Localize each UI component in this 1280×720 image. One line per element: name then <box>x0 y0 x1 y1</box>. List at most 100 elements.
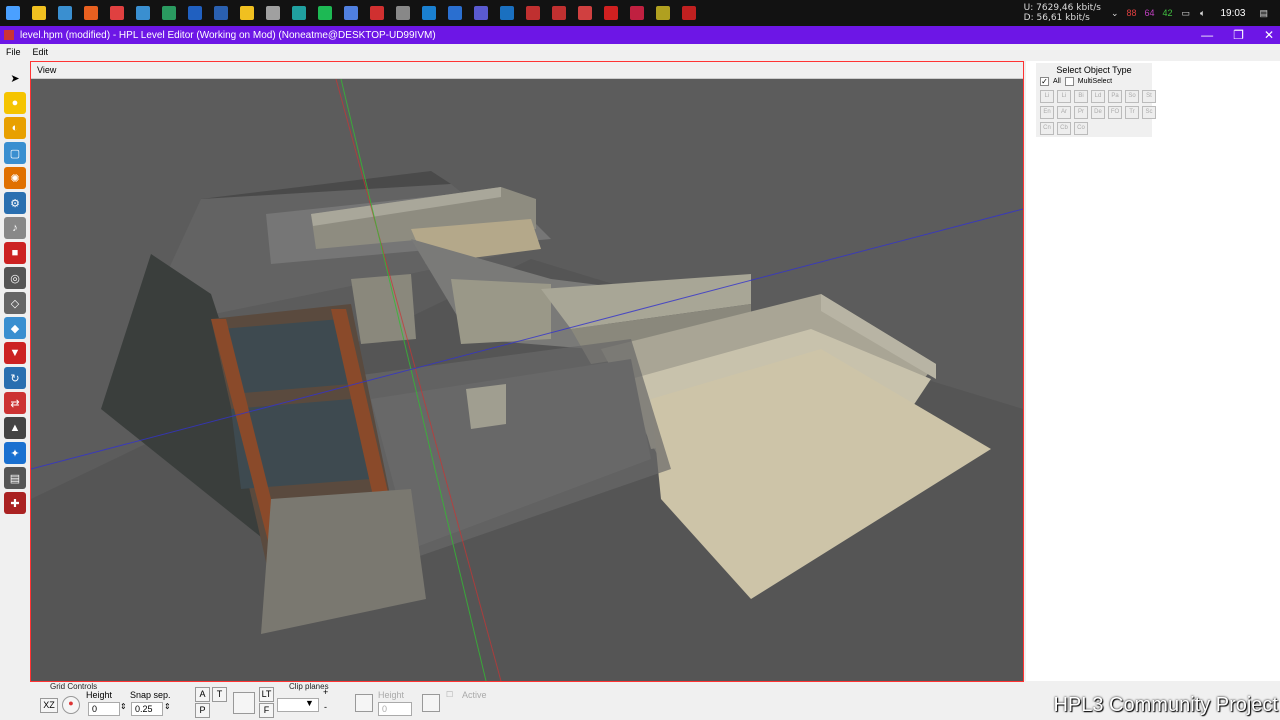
vs-icon[interactable] <box>500 6 514 20</box>
object-type-button[interactable]: Cn <box>1040 122 1054 135</box>
spotify-icon[interactable] <box>318 6 332 20</box>
settings-icon[interactable] <box>396 6 410 20</box>
app2-icon[interactable] <box>526 6 540 20</box>
menu-edit[interactable]: Edit <box>27 47 55 57</box>
clip-plane-remove-button[interactable]: - <box>324 702 327 712</box>
store2-icon[interactable] <box>474 6 488 20</box>
word-icon[interactable] <box>214 6 228 20</box>
world-tool[interactable]: ✦ <box>4 442 26 464</box>
height-input[interactable]: 0 <box>88 702 120 716</box>
misc-tool[interactable]: ▤ <box>4 467 26 489</box>
firefox-icon[interactable] <box>84 6 98 20</box>
object-type-button[interactable]: Pa <box>1108 90 1122 103</box>
volume-icon[interactable]: 🔈︎ <box>1200 8 1205 19</box>
chevron-up-icon[interactable]: ⌄ <box>1111 8 1119 19</box>
object-type-button[interactable]: Li <box>1040 90 1054 103</box>
object-type-button[interactable]: Bi <box>1074 90 1088 103</box>
object-type-button[interactable]: Li <box>1057 90 1071 103</box>
light-icon: ● <box>11 97 19 109</box>
all-checkbox[interactable]: ✓ <box>1040 77 1049 86</box>
h-icon[interactable] <box>448 6 462 20</box>
align-button-a[interactable]: A <box>195 687 210 702</box>
box-tool[interactable]: ▢ <box>4 142 26 164</box>
snap-spinner-icon[interactable]: ⇕ <box>164 702 171 711</box>
object-type-button[interactable]: FO <box>1108 106 1122 119</box>
terrain-icon: ▲ <box>9 422 21 434</box>
decal-tool[interactable]: ◆ <box>4 317 26 339</box>
app8-icon[interactable] <box>682 6 696 20</box>
select-tool[interactable]: ➤ <box>4 67 26 89</box>
clip-plane-toggle-button[interactable] <box>355 694 373 712</box>
app6-icon[interactable] <box>630 6 644 20</box>
object-type-button[interactable]: Ld <box>1091 90 1105 103</box>
view-menu[interactable]: View <box>31 62 1023 79</box>
tool-icon[interactable] <box>344 6 358 20</box>
tray-temp-value: 42 <box>1162 8 1173 18</box>
object-type-button[interactable]: De <box>1091 106 1105 119</box>
app-icon[interactable] <box>292 6 306 20</box>
minimize-button[interactable]: — <box>1201 28 1213 42</box>
clip-plane-add-button[interactable]: + <box>323 687 328 697</box>
align-button-lt[interactable]: LT <box>259 687 274 702</box>
terminal-icon[interactable] <box>162 6 176 20</box>
object-type-button[interactable]: Co <box>1074 122 1088 135</box>
app5-icon[interactable] <box>604 6 618 20</box>
close-button[interactable]: ✕ <box>1264 28 1274 42</box>
object-type-button[interactable]: Tr <box>1125 106 1139 119</box>
pick-tool[interactable]: ✚ <box>4 492 26 514</box>
multiselect-checkbox[interactable] <box>1064 77 1074 86</box>
steam-icon[interactable] <box>266 6 280 20</box>
sound-tool[interactable]: ♪ <box>4 217 26 239</box>
rotate-tool[interactable]: ↻ <box>4 367 26 389</box>
fog-tool[interactable]: ▼ <box>4 342 26 364</box>
network-icon[interactable]: ▭ <box>1182 8 1191 19</box>
align-button-t[interactable]: T <box>212 687 227 702</box>
menu-file[interactable]: File <box>0 47 27 57</box>
plane-selector[interactable]: XZ <box>40 698 58 713</box>
terrain-tool[interactable]: ▲ <box>4 417 26 439</box>
notifications-icon[interactable]: ▤ <box>1259 8 1268 19</box>
edge-icon[interactable] <box>136 6 150 20</box>
chrome-icon[interactable] <box>110 6 124 20</box>
store-icon[interactable] <box>58 6 72 20</box>
static-object-tool[interactable]: ■ <box>4 242 26 264</box>
particle-tool[interactable]: ✺ <box>4 167 26 189</box>
billboard-tool[interactable]: ◐ <box>4 117 26 139</box>
app4-icon[interactable] <box>578 6 592 20</box>
object-type-button[interactable]: Ar <box>1057 106 1071 119</box>
explorer-icon[interactable] <box>32 6 46 20</box>
windows-icon[interactable] <box>6 6 20 20</box>
primitive-tool[interactable]: ◇ <box>4 292 26 314</box>
height-spinner-icon[interactable]: ⇕ <box>120 702 127 711</box>
bug-icon[interactable] <box>370 6 384 20</box>
scene-render[interactable] <box>31 79 1023 681</box>
align-button-f[interactable]: F <box>259 703 274 718</box>
grid-toggle-icon[interactable]: ● <box>62 696 80 714</box>
object-type-button[interactable]: Sc <box>1142 106 1156 119</box>
align-button-p[interactable]: P <box>195 703 210 718</box>
3d-viewport[interactable]: View <box>30 61 1024 682</box>
clip-apply-button[interactable] <box>422 694 440 712</box>
entity-tool[interactable]: ⚙ <box>4 192 26 214</box>
square-tool-button[interactable] <box>233 692 255 714</box>
restore-button[interactable]: ❐ <box>1233 28 1244 42</box>
folder-icon[interactable] <box>240 6 254 20</box>
object-type-button[interactable]: Pr <box>1074 106 1088 119</box>
combine-tool[interactable]: ⇄ <box>4 392 26 414</box>
app7-icon[interactable] <box>656 6 670 20</box>
active-checkbox[interactable]: ☐ <box>446 690 453 699</box>
light-tool[interactable]: ● <box>4 92 26 114</box>
visual-studio-icon[interactable] <box>422 6 436 20</box>
chevron-down-icon[interactable]: ▼ <box>305 698 314 708</box>
clock[interactable]: 19:03 <box>1220 8 1245 19</box>
object-type-button[interactable]: So <box>1125 90 1139 103</box>
app3-icon[interactable] <box>552 6 566 20</box>
object-type-button[interactable]: St <box>1142 90 1156 103</box>
clip-height-input[interactable]: 0 <box>378 702 412 716</box>
object-type-button[interactable]: Cb <box>1057 122 1071 135</box>
object-type-button[interactable]: En <box>1040 106 1054 119</box>
snap-separation-input[interactable]: 0.25 <box>131 702 163 716</box>
area-tool[interactable]: ◎ <box>4 267 26 289</box>
photoshop-icon[interactable] <box>188 6 202 20</box>
grid-controls-bar: Grid Controls XZ ● Height 0 ⇕ Snap sep. … <box>0 682 1024 720</box>
